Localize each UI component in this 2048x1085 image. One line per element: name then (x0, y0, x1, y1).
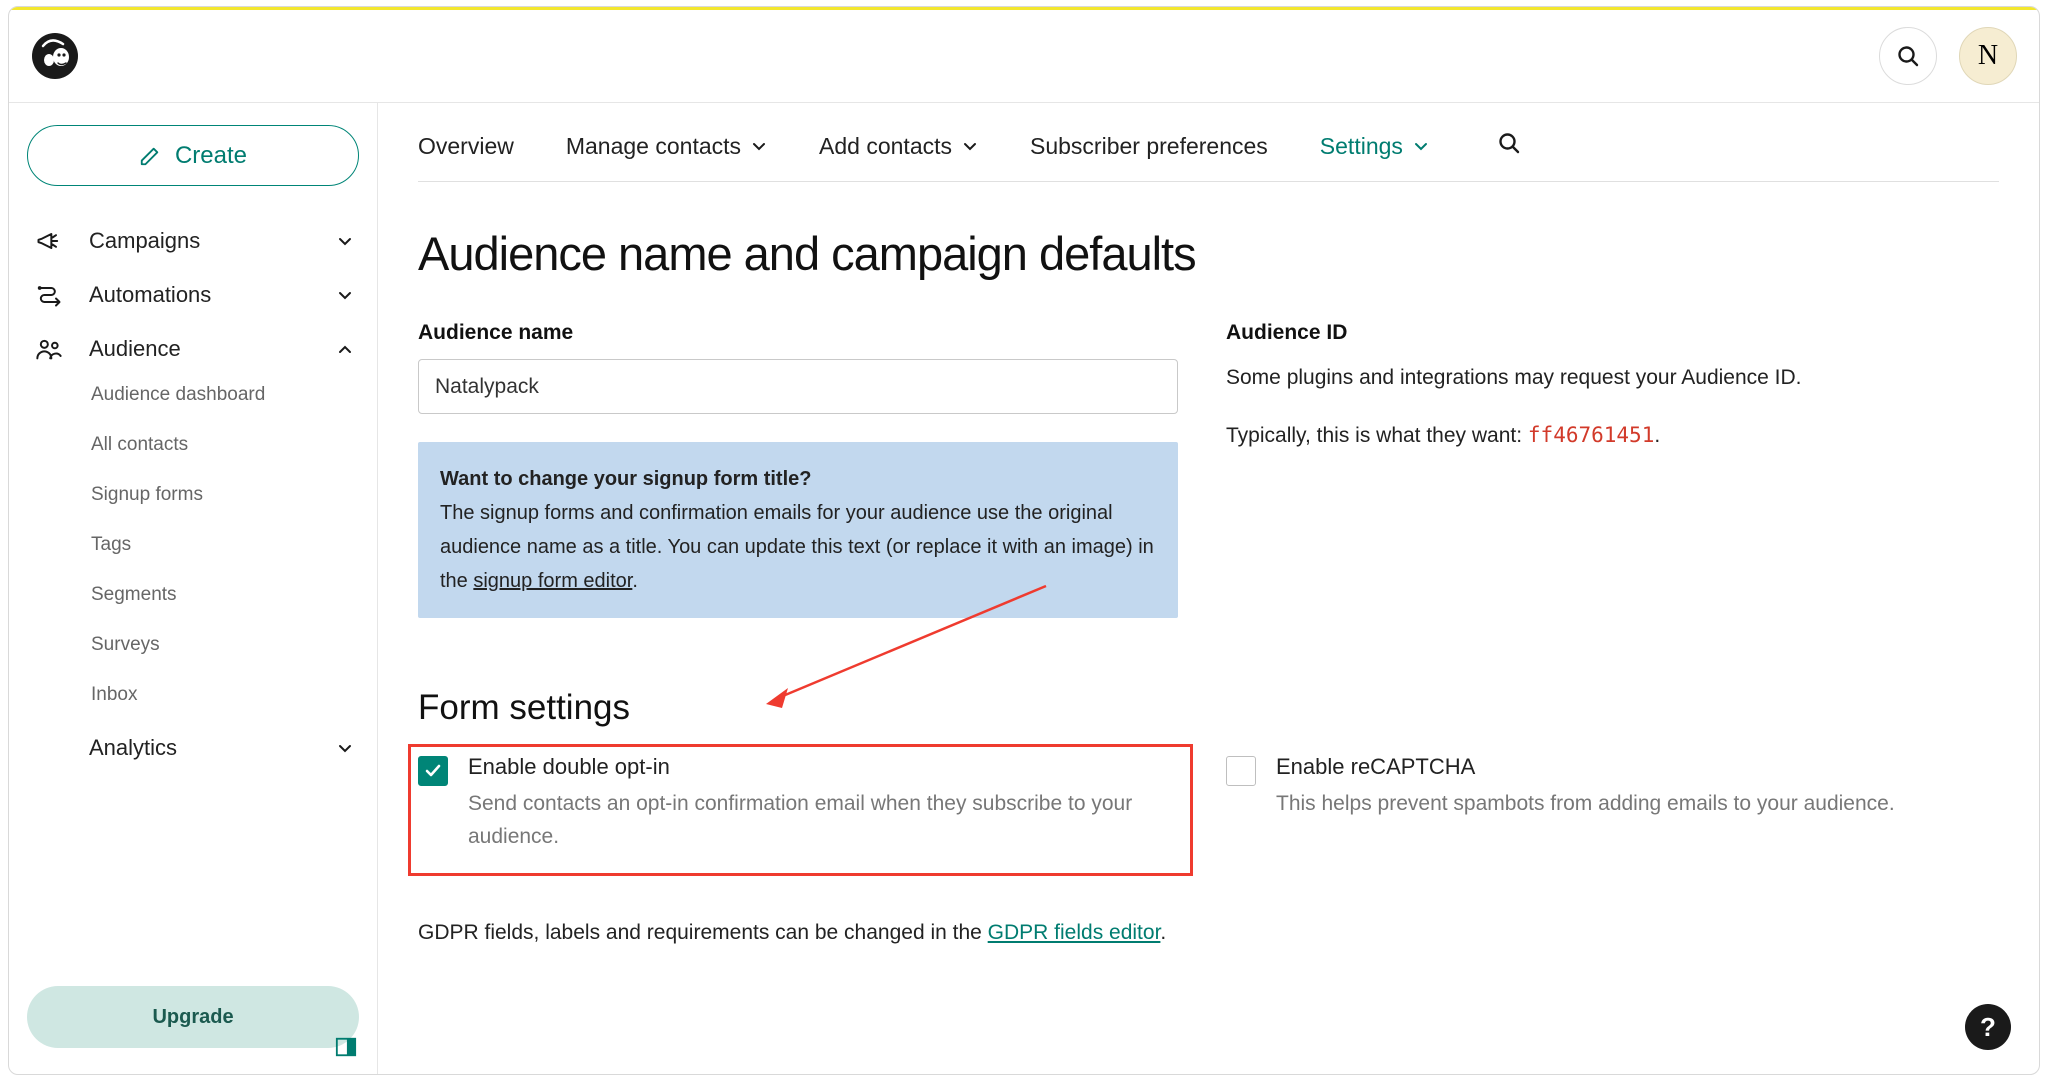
form-settings-title: Form settings (418, 688, 1999, 728)
panel-collapse-icon[interactable] (335, 1036, 357, 1058)
gdpr-note: GDPR fields, labels and requirements can… (418, 921, 1999, 945)
tab-add-contacts[interactable]: Add contacts (819, 133, 978, 160)
tabs-search-button[interactable] (1497, 131, 1521, 161)
chevron-down-icon (962, 138, 978, 154)
audience-icon (33, 335, 65, 363)
audience-id-code: ff46761451 (1528, 423, 1654, 447)
sidebar-item-label: Automations (89, 282, 211, 308)
double-optin-option: Enable double opt-in Send contacts an op… (418, 754, 1178, 853)
help-glyph: ? (1980, 1012, 1996, 1043)
upgrade-button[interactable]: Upgrade (27, 986, 359, 1048)
recaptcha-desc: This helps prevent spambots from adding … (1276, 788, 1895, 821)
automations-icon (33, 281, 65, 309)
search-icon (1896, 44, 1920, 68)
pencil-icon (139, 145, 161, 167)
page-tabs: Overview Manage contacts Add contacts Su… (418, 103, 1999, 182)
topbar: N (9, 10, 2039, 103)
audience-id-label: Audience ID (1226, 321, 1999, 345)
mailchimp-logo[interactable] (31, 32, 79, 80)
sub-all-contacts[interactable]: All contacts (91, 422, 359, 468)
audience-name-input[interactable] (418, 359, 1178, 414)
tab-label: Subscriber preferences (1030, 133, 1268, 160)
sidebar-item-label: Campaigns (89, 228, 200, 254)
sidebar-item-automations[interactable]: Automations (27, 268, 359, 322)
audience-id-line2-pre: Typically, this is what they want: (1226, 424, 1528, 447)
sidebar-item-analytics[interactable]: Analytics (27, 722, 359, 774)
tab-label: Add contacts (819, 133, 952, 160)
tab-manage-contacts[interactable]: Manage contacts (566, 133, 767, 160)
sub-segments[interactable]: Segments (91, 572, 359, 618)
sub-tags[interactable]: Tags (91, 522, 359, 568)
tab-label: Manage contacts (566, 133, 741, 160)
chevron-down-icon (337, 233, 353, 249)
search-icon (1497, 131, 1521, 155)
sub-audience-dashboard[interactable]: Audience dashboard (91, 372, 359, 418)
tab-subscriber-preferences[interactable]: Subscriber preferences (1030, 133, 1268, 160)
sidebar-item-label: Audience (89, 336, 181, 362)
signup-title-info-box: Want to change your signup form title? T… (418, 442, 1178, 618)
double-optin-title: Enable double opt-in (468, 754, 1178, 780)
chevron-up-icon (337, 341, 353, 357)
recaptcha-checkbox[interactable] (1226, 756, 1256, 786)
audience-name-label: Audience name (418, 321, 1178, 345)
global-search-button[interactable] (1879, 27, 1937, 85)
checkmark-icon (424, 762, 442, 780)
megaphone-icon (33, 227, 65, 255)
sidebar-item-campaigns[interactable]: Campaigns (27, 214, 359, 268)
recaptcha-title: Enable reCAPTCHA (1276, 754, 1895, 780)
double-optin-desc: Send contacts an opt-in confirmation ema… (468, 788, 1178, 853)
tab-label: Settings (1320, 133, 1403, 160)
sidebar: Create Campaigns (9, 103, 378, 1074)
sub-inbox[interactable]: Inbox (91, 672, 359, 718)
main-content: Overview Manage contacts Add contacts Su… (378, 103, 2039, 1074)
info-box-question: Want to change your signup form title? (440, 468, 811, 490)
page-title: Audience name and campaign defaults (418, 226, 1999, 281)
sidebar-item-audience[interactable]: Audience (27, 322, 359, 376)
audience-submenu: Audience dashboard All contacts Signup f… (27, 372, 359, 718)
sub-surveys[interactable]: Surveys (91, 622, 359, 668)
double-optin-checkbox[interactable] (418, 756, 448, 786)
help-button[interactable]: ? (1965, 1004, 2011, 1050)
sidebar-item-label: Analytics (89, 735, 177, 761)
create-button[interactable]: Create (27, 125, 359, 186)
tab-settings[interactable]: Settings (1320, 133, 1429, 160)
chevron-down-icon (1413, 138, 1429, 154)
signup-form-editor-link[interactable]: signup form editor (473, 570, 632, 592)
gdpr-fields-editor-link[interactable]: GDPR fields editor (988, 921, 1161, 944)
recaptcha-option: Enable reCAPTCHA This helps prevent spam… (1226, 754, 1999, 821)
tab-label: Overview (418, 133, 514, 160)
avatar-initial: N (1978, 40, 1998, 72)
tab-overview[interactable]: Overview (418, 133, 514, 160)
chevron-down-icon (751, 138, 767, 154)
chevron-down-icon (337, 287, 353, 303)
create-button-label: Create (175, 142, 247, 170)
audience-id-line1: Some plugins and integrations may reques… (1226, 359, 1999, 397)
profile-avatar-button[interactable]: N (1959, 27, 2017, 85)
sub-signup-forms[interactable]: Signup forms (91, 472, 359, 518)
chevron-down-icon (337, 740, 353, 756)
